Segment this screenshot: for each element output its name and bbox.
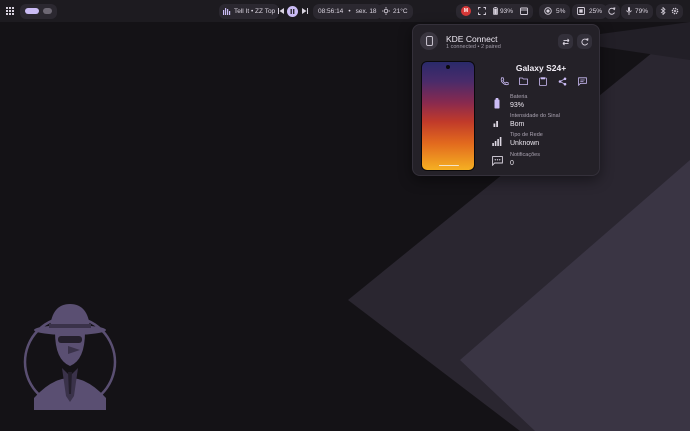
signal-bars-icon: [491, 134, 503, 148]
clipboard-icon[interactable]: [538, 76, 548, 86]
chat-bubble-icon: [491, 154, 503, 168]
share-icon[interactable]: [558, 76, 568, 86]
apps-grid-icon[interactable]: [6, 7, 14, 15]
weather-temp: 21°C: [393, 7, 408, 15]
battery-icon: [493, 7, 498, 15]
spy-mascot-logo: [23, 304, 117, 410]
battery-status-icon: [491, 96, 503, 110]
panel-subtitle: 1 connected • 2 paired: [446, 44, 501, 50]
brightness-icon: [544, 7, 552, 15]
clock-time: 08:56:14: [318, 7, 344, 15]
home-indicator: [439, 164, 459, 166]
device-button[interactable]: [420, 32, 438, 50]
call-icon[interactable]: [499, 76, 509, 86]
stat-signal: Intensidade do Sinal Bom: [491, 113, 560, 129]
stat-battery: Bateria 93%: [491, 94, 527, 110]
swap-arrows-icon: [562, 38, 570, 46]
stat-value: Unknown: [510, 140, 540, 147]
brightness-level: 5%: [556, 7, 566, 15]
stat-value: 0: [510, 160, 514, 167]
system-tray: M 93%: [456, 3, 534, 19]
stat-label: Notificações: [510, 152, 540, 158]
signal-weak-icon: [491, 115, 503, 129]
weather-widget[interactable]: 21°C: [377, 3, 413, 19]
refresh-icon: [608, 7, 616, 15]
date-separator: •: [348, 7, 351, 15]
screenshot-icon[interactable]: [478, 7, 486, 15]
memory-icon: [577, 7, 585, 15]
panel-title: KDE Connect: [446, 34, 498, 44]
folder-icon[interactable]: [519, 76, 529, 86]
device-image: [421, 61, 475, 171]
reload-icon: [580, 37, 589, 46]
clock-date: sex. 18: [355, 7, 377, 15]
stat-value: Bom: [510, 121, 525, 128]
battery-level: 93%: [500, 7, 514, 15]
workspace-1[interactable]: [25, 8, 39, 14]
workspace-2[interactable]: [43, 8, 52, 14]
sun-icon: [382, 7, 390, 15]
microphone-icon: [626, 7, 632, 15]
mic-widget[interactable]: 79%: [621, 3, 654, 19]
phone-icon: [425, 36, 433, 46]
media-title[interactable]: Tell It • ZZ Top: [234, 8, 275, 15]
kde-connect-panel: KDE Connect 1 connected • 2 paired Galax…: [412, 24, 600, 176]
message-icon[interactable]: [577, 76, 587, 86]
previous-icon[interactable]: [278, 8, 284, 14]
camera-notch: [446, 65, 450, 69]
workspace-switcher: [20, 3, 57, 19]
stat-label: Tipo de Rede: [510, 132, 543, 138]
stat-label: Bateria: [510, 94, 528, 100]
refresh-devices-button[interactable]: [577, 34, 592, 49]
stat-notifications: Notificações 0: [491, 152, 540, 168]
stat-value: 93%: [510, 102, 525, 109]
memory-level: 25%: [589, 7, 603, 15]
memory-widget[interactable]: 25%: [572, 3, 608, 19]
brightness-widget[interactable]: 5%: [539, 3, 571, 19]
mic-level: 79%: [635, 7, 649, 15]
stat-label: Intensidade do Sinal: [510, 113, 560, 119]
refresh-widget[interactable]: [604, 3, 620, 19]
red-badge-icon[interactable]: M: [461, 6, 471, 16]
quick-settings: [656, 3, 683, 19]
device-name: Galaxy S24+: [515, 63, 567, 73]
pause-icon[interactable]: [287, 5, 298, 17]
settings-icon[interactable]: [671, 7, 679, 15]
calendar-icon[interactable]: [520, 7, 528, 15]
bluetooth-icon[interactable]: [660, 7, 666, 15]
stat-network: Tipo de Rede Unknown: [491, 132, 543, 148]
top-bar: Tell It • ZZ Top 08:56:14 • sex. 18 21°C…: [0, 0, 690, 22]
swap-button[interactable]: [558, 34, 573, 49]
clock-widget[interactable]: 08:56:14 • sex. 18: [313, 3, 382, 19]
next-icon[interactable]: [302, 8, 308, 14]
media-player: Tell It • ZZ Top: [219, 3, 280, 19]
device-actions: [499, 76, 587, 86]
equalizer-icon: [223, 7, 231, 15]
